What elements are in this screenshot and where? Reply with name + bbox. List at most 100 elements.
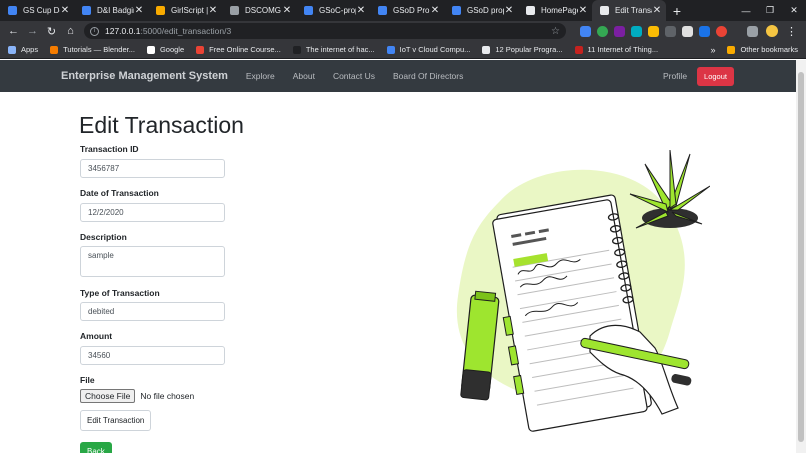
choose-file-button[interactable]: Choose File	[80, 389, 136, 403]
edit-transaction-button[interactable]: Edit Transaction	[80, 410, 152, 431]
extension-icon[interactable]	[597, 25, 608, 37]
close-tab-icon[interactable]: ✕	[60, 5, 70, 16]
web-page: Enterprise Management System Explore Abo…	[0, 60, 796, 453]
url-host: 127.0.0.1	[105, 26, 141, 36]
bookmark-item[interactable]: 12 Popular Progra...	[482, 45, 563, 54]
close-tab-icon[interactable]: ✕	[282, 5, 292, 16]
reload-icon[interactable]: ↻	[42, 25, 61, 38]
page-title: Edit Transaction	[79, 112, 244, 138]
browser-tab[interactable]: HomePage ✕	[518, 0, 592, 21]
browser-tab[interactable]: Edit Transa ✕	[592, 0, 666, 21]
tab-title: GSoC-prop	[319, 6, 356, 15]
nav-link-board[interactable]: Board Of Directors	[393, 71, 463, 81]
type-input[interactable]: debited	[80, 302, 225, 321]
scrollbar-thumb[interactable]	[798, 72, 804, 442]
back-button[interactable]: Back	[80, 442, 112, 453]
address-bar[interactable]: i 127.0.0.1:5000/edit_transaction/3 ☆	[84, 23, 566, 39]
tab-title: DSCOMG 2	[245, 6, 282, 15]
other-bookmarks-label: Other bookmarks	[740, 45, 798, 54]
tab-title: GSoD prop	[467, 6, 504, 15]
extension-icon[interactable]	[614, 25, 625, 37]
bookmark-label: Google	[159, 45, 185, 54]
tab-favicon-icon	[8, 6, 17, 15]
browser-tab[interactable]: GS Cup Doc✕	[0, 0, 74, 21]
transaction-id-label: Transaction ID	[80, 144, 139, 154]
profile-avatar[interactable]	[766, 25, 778, 37]
browser-tab[interactable]: GSoC-prop ✕	[296, 0, 370, 21]
back-arrow-icon[interactable]: ←	[4, 25, 23, 37]
tab-favicon-icon	[378, 6, 387, 15]
bookmark-item[interactable]: Tutorials — Blender...	[50, 45, 135, 54]
browser-tab[interactable]: GSoD prop ✕	[444, 0, 518, 21]
nav-link-profile[interactable]: Profile	[663, 71, 687, 81]
minimize-button[interactable]: —	[734, 0, 758, 21]
brand-link[interactable]: Enterprise Management System	[61, 70, 228, 82]
tab-favicon-icon	[230, 6, 239, 15]
bookmarks-bar: Apps Tutorials — Blender... Google Free Onl…	[0, 41, 806, 59]
extensions-area	[580, 25, 758, 37]
page-scrollbar[interactable]	[796, 60, 806, 453]
new-tab-button[interactable]: +	[666, 0, 688, 21]
forward-arrow-icon[interactable]: →	[23, 25, 42, 37]
nav-link-explore[interactable]: Explore	[246, 71, 275, 81]
close-tab-icon[interactable]: ✕	[208, 5, 218, 16]
tab-favicon-icon	[452, 6, 461, 15]
bookmark-item[interactable]: Google	[146, 45, 185, 54]
close-tab-icon[interactable]: ✕	[578, 5, 588, 16]
close-tab-icon[interactable]: ✕	[652, 5, 662, 16]
bookmark-favicon-icon	[482, 45, 491, 54]
extension-icon[interactable]	[580, 25, 591, 37]
bookmark-item[interactable]: IoT v Cloud Compu...	[386, 45, 471, 54]
transaction-id-input[interactable]: 3456787	[80, 159, 225, 178]
tab-favicon-icon	[600, 6, 609, 15]
description-label: Description	[80, 232, 127, 242]
bookmark-label: IoT v Cloud Compu...	[399, 45, 471, 54]
bookmark-favicon-icon	[574, 45, 583, 54]
extension-icon[interactable]	[631, 25, 642, 37]
bookmark-item[interactable]: 11 Internet of Thing...	[574, 45, 658, 54]
browser-toolbar: ← → ↻ ⌂ i 127.0.0.1:5000/edit_transactio…	[0, 21, 806, 41]
bookmark-star-icon[interactable]: ☆	[551, 26, 560, 37]
close-tab-icon[interactable]: ✕	[430, 5, 440, 16]
close-tab-icon[interactable]: ✕	[504, 5, 514, 16]
browser-tab[interactable]: GirlScript | ✕	[148, 0, 222, 21]
tab-favicon-icon	[304, 6, 313, 15]
maximize-button[interactable]: ❐	[758, 0, 782, 21]
other-bookmarks[interactable]: Other bookmarks	[727, 45, 798, 54]
site-info-icon[interactable]: i	[90, 26, 99, 36]
bookmark-label: Free Online Course...	[209, 45, 281, 54]
chevron-right-icon[interactable]: »	[710, 45, 715, 55]
extension-icon[interactable]	[648, 25, 659, 37]
bookmark-favicon-icon	[386, 45, 395, 54]
menu-kebab-icon[interactable]: ⋮	[786, 25, 797, 38]
logout-button[interactable]: Logout	[697, 66, 734, 86]
close-tab-icon[interactable]: ✕	[356, 5, 366, 16]
close-window-button[interactable]: ✕	[782, 0, 806, 21]
file-label: File	[80, 375, 95, 385]
bookmark-item[interactable]: Apps	[8, 45, 38, 54]
browser-tab[interactable]: GSoD Prop ✕	[370, 0, 444, 21]
bookmark-favicon-icon	[292, 45, 301, 54]
extension-icon[interactable]	[682, 25, 693, 37]
nav-link-about[interactable]: About	[293, 71, 315, 81]
bookmark-item[interactable]: Free Online Course...	[196, 45, 281, 54]
bookmark-favicon-icon	[8, 45, 16, 54]
extension-icon[interactable]	[699, 25, 710, 37]
bookmarks-overflow: » Other bookmarks	[710, 45, 798, 55]
date-label: Date of Transaction	[80, 188, 159, 198]
amount-input[interactable]: 34560	[80, 346, 225, 365]
date-input[interactable]: 12/2/2020	[80, 203, 225, 222]
nav-link-contact[interactable]: Contact Us	[333, 71, 375, 81]
tab-title: HomePage	[541, 6, 578, 15]
bookmark-favicon-icon	[196, 45, 205, 54]
home-icon[interactable]: ⌂	[61, 25, 80, 37]
browser-tab[interactable]: DSCOMG 2✕	[222, 0, 296, 21]
close-tab-icon[interactable]: ✕	[134, 5, 144, 16]
puzzle-icon[interactable]	[747, 25, 758, 37]
browser-tab[interactable]: D&I Badgin ✕	[74, 0, 148, 21]
site-navbar: Enterprise Management System Explore Abo…	[0, 60, 796, 92]
extension-icon[interactable]	[665, 25, 676, 37]
description-textarea[interactable]: sample	[80, 246, 225, 277]
extension-icon[interactable]	[716, 25, 727, 37]
bookmark-item[interactable]: The internet of hac...	[292, 45, 375, 54]
